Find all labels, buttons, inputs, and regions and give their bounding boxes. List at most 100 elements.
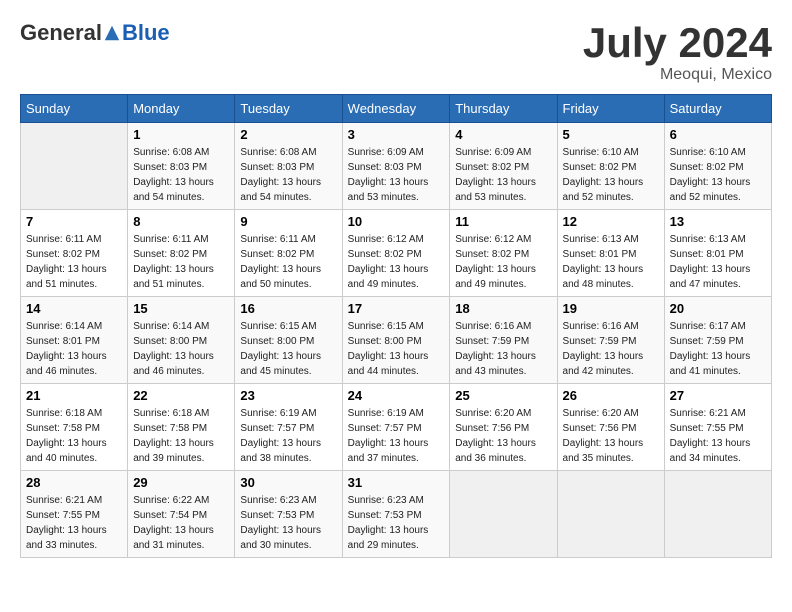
day-cell <box>557 471 664 558</box>
day-cell: 23 Sunrise: 6:19 AMSunset: 7:57 PMDayligh… <box>235 384 342 471</box>
day-info: Sunrise: 6:13 AMSunset: 8:01 PMDaylight:… <box>670 232 766 292</box>
day-number: 14 <box>26 301 122 316</box>
day-info: Sunrise: 6:15 AMSunset: 8:00 PMDaylight:… <box>348 319 445 379</box>
week-row-1: 1 Sunrise: 6:08 AMSunset: 8:03 PMDaylight… <box>21 123 772 210</box>
day-info: Sunrise: 6:11 AMSunset: 8:02 PMDaylight:… <box>133 232 229 292</box>
day-cell <box>664 471 771 558</box>
day-cell: 27 Sunrise: 6:21 AMSunset: 7:55 PMDayligh… <box>664 384 771 471</box>
day-cell: 26Sunrise: 6:20 AMSunset: 7:56 PMDayligh… <box>557 384 664 471</box>
col-header-friday: Friday <box>557 95 664 123</box>
day-info: Sunrise: 6:21 AMSunset: 7:55 PMDaylight:… <box>670 406 766 466</box>
day-info: Sunrise: 6:09 AMSunset: 8:03 PMDaylight:… <box>348 145 445 205</box>
day-cell: 28Sunrise: 6:21 AMSunset: 7:55 PMDayligh… <box>21 471 128 558</box>
day-info: Sunrise: 6:08 AMSunset: 8:03 PMDaylight:… <box>240 145 336 205</box>
day-cell: 17 Sunrise: 6:15 AMSunset: 8:00 PMDayligh… <box>342 297 450 384</box>
logo-icon <box>103 24 121 42</box>
day-info: Sunrise: 6:18 AMSunset: 7:58 PMDaylight:… <box>26 406 122 466</box>
day-info: Sunrise: 6:13 AMSunset: 8:01 PMDaylight:… <box>563 232 659 292</box>
calendar-table: SundayMondayTuesdayWednesdayThursdayFrid… <box>20 94 772 558</box>
day-number: 29 <box>133 475 229 490</box>
day-info: Sunrise: 6:12 AMSunset: 8:02 PMDaylight:… <box>455 232 551 292</box>
day-info: Sunrise: 6:14 AMSunset: 8:01 PMDaylight:… <box>26 319 122 379</box>
day-cell: 31 Sunrise: 6:23 AMSunset: 7:53 PMDayligh… <box>342 471 450 558</box>
day-number: 1 <box>133 127 229 142</box>
logo-general: General <box>20 20 102 46</box>
day-cell <box>450 471 557 558</box>
day-number: 24 <box>348 388 445 403</box>
day-number: 3 <box>348 127 445 142</box>
day-info: Sunrise: 6:08 AMSunset: 8:03 PMDaylight:… <box>133 145 229 205</box>
day-cell: 2 Sunrise: 6:08 AMSunset: 8:03 PMDaylight… <box>235 123 342 210</box>
day-info: Sunrise: 6:21 AMSunset: 7:55 PMDaylight:… <box>26 493 122 553</box>
day-cell: 5 Sunrise: 6:10 AMSunset: 8:02 PMDaylight… <box>557 123 664 210</box>
col-header-tuesday: Tuesday <box>235 95 342 123</box>
day-number: 25 <box>455 388 551 403</box>
day-number: 19 <box>563 301 659 316</box>
week-row-5: 28Sunrise: 6:21 AMSunset: 7:55 PMDayligh… <box>21 471 772 558</box>
col-header-sunday: Sunday <box>21 95 128 123</box>
col-header-thursday: Thursday <box>450 95 557 123</box>
day-info: Sunrise: 6:10 AMSunset: 8:02 PMDaylight:… <box>670 145 766 205</box>
day-info: Sunrise: 6:16 AMSunset: 7:59 PMDaylight:… <box>563 319 659 379</box>
day-number: 5 <box>563 127 659 142</box>
day-cell: 10 Sunrise: 6:12 AMSunset: 8:02 PMDayligh… <box>342 210 450 297</box>
day-number: 27 <box>670 388 766 403</box>
week-row-3: 14 Sunrise: 6:14 AMSunset: 8:01 PMDayligh… <box>21 297 772 384</box>
day-cell: 7Sunrise: 6:11 AMSunset: 8:02 PMDaylight… <box>21 210 128 297</box>
day-info: Sunrise: 6:18 AMSunset: 7:58 PMDaylight:… <box>133 406 229 466</box>
day-number: 30 <box>240 475 336 490</box>
day-number: 2 <box>240 127 336 142</box>
day-number: 21 <box>26 388 122 403</box>
day-cell: 24 Sunrise: 6:19 AMSunset: 7:57 PMDayligh… <box>342 384 450 471</box>
day-cell <box>21 123 128 210</box>
day-info: Sunrise: 6:19 AMSunset: 7:57 PMDaylight:… <box>240 406 336 466</box>
day-info: Sunrise: 6:19 AMSunset: 7:57 PMDaylight:… <box>348 406 445 466</box>
day-cell: 18Sunrise: 6:16 AMSunset: 7:59 PMDayligh… <box>450 297 557 384</box>
day-number: 23 <box>240 388 336 403</box>
location: Meoqui, Mexico <box>583 66 772 84</box>
day-cell: 19 Sunrise: 6:16 AMSunset: 7:59 PMDayligh… <box>557 297 664 384</box>
day-info: Sunrise: 6:17 AMSunset: 7:59 PMDaylight:… <box>670 319 766 379</box>
day-info: Sunrise: 6:15 AMSunset: 8:00 PMDaylight:… <box>240 319 336 379</box>
col-header-saturday: Saturday <box>664 95 771 123</box>
day-info: Sunrise: 6:10 AMSunset: 8:02 PMDaylight:… <box>563 145 659 205</box>
day-number: 8 <box>133 214 229 229</box>
day-number: 12 <box>563 214 659 229</box>
day-number: 18 <box>455 301 551 316</box>
week-row-2: 7Sunrise: 6:11 AMSunset: 8:02 PMDaylight… <box>21 210 772 297</box>
day-cell: 9Sunrise: 6:11 AMSunset: 8:02 PMDaylight… <box>235 210 342 297</box>
day-cell: 25 Sunrise: 6:20 AMSunset: 7:56 PMDayligh… <box>450 384 557 471</box>
day-number: 20 <box>670 301 766 316</box>
day-number: 31 <box>348 475 445 490</box>
day-cell: 1 Sunrise: 6:08 AMSunset: 8:03 PMDaylight… <box>128 123 235 210</box>
day-cell: 22 Sunrise: 6:18 AMSunset: 7:58 PMDayligh… <box>128 384 235 471</box>
day-info: Sunrise: 6:23 AMSunset: 7:53 PMDaylight:… <box>240 493 336 553</box>
day-cell: 3 Sunrise: 6:09 AMSunset: 8:03 PMDaylight… <box>342 123 450 210</box>
day-info: Sunrise: 6:23 AMSunset: 7:53 PMDaylight:… <box>348 493 445 553</box>
logo-blue: Blue <box>122 20 170 46</box>
day-cell: 15Sunrise: 6:14 AMSunset: 8:00 PMDayligh… <box>128 297 235 384</box>
day-cell: 13 Sunrise: 6:13 AMSunset: 8:01 PMDayligh… <box>664 210 771 297</box>
day-cell: 29Sunrise: 6:22 AMSunset: 7:54 PMDayligh… <box>128 471 235 558</box>
day-number: 22 <box>133 388 229 403</box>
day-info: Sunrise: 6:12 AMSunset: 8:02 PMDaylight:… <box>348 232 445 292</box>
day-info: Sunrise: 6:20 AMSunset: 7:56 PMDaylight:… <box>455 406 551 466</box>
day-number: 15 <box>133 301 229 316</box>
title-block: July 2024 Meoqui, Mexico <box>583 20 772 84</box>
day-number: 10 <box>348 214 445 229</box>
day-number: 6 <box>670 127 766 142</box>
week-row-4: 21 Sunrise: 6:18 AMSunset: 7:58 PMDayligh… <box>21 384 772 471</box>
page-header: General Blue July 2024 Meoqui, Mexico <box>20 20 772 84</box>
col-header-monday: Monday <box>128 95 235 123</box>
day-info: Sunrise: 6:09 AMSunset: 8:02 PMDaylight:… <box>455 145 551 205</box>
day-number: 26 <box>563 388 659 403</box>
col-header-wednesday: Wednesday <box>342 95 450 123</box>
day-cell: 12 Sunrise: 6:13 AMSunset: 8:01 PMDayligh… <box>557 210 664 297</box>
month-title: July 2024 <box>583 20 772 66</box>
day-cell: 30 Sunrise: 6:23 AMSunset: 7:53 PMDayligh… <box>235 471 342 558</box>
day-info: Sunrise: 6:11 AMSunset: 8:02 PMDaylight:… <box>26 232 122 292</box>
day-number: 16 <box>240 301 336 316</box>
day-cell: 20 Sunrise: 6:17 AMSunset: 7:59 PMDayligh… <box>664 297 771 384</box>
day-number: 17 <box>348 301 445 316</box>
day-number: 13 <box>670 214 766 229</box>
